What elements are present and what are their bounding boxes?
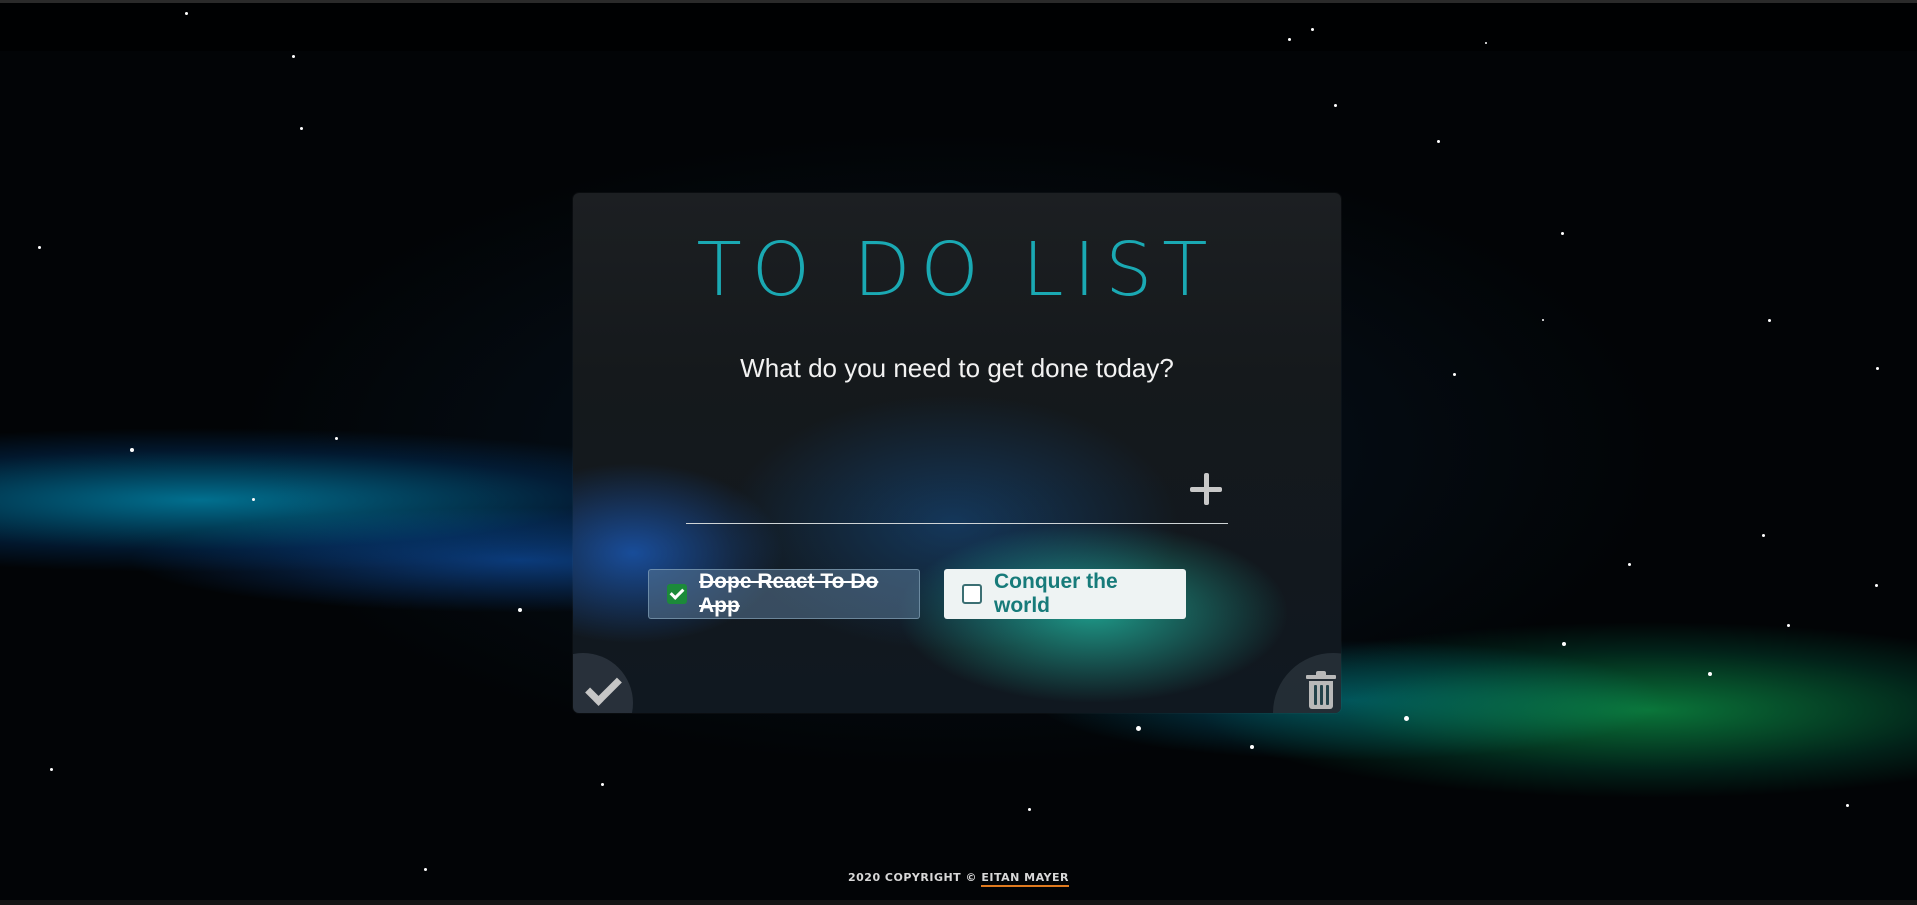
page-subtitle: What do you need to get done today? [740, 353, 1174, 383]
space-background: TO DO LIST What do you need to get done … [0, 0, 1917, 905]
star [1628, 563, 1631, 566]
star [185, 12, 188, 15]
star [1876, 367, 1879, 370]
bottom-edge [0, 900, 1917, 905]
star [1437, 140, 1440, 143]
star [1485, 42, 1487, 44]
trash-body [1309, 681, 1333, 709]
trash-lid [1306, 675, 1336, 679]
star [38, 246, 41, 249]
star [1787, 624, 1790, 627]
footer: 2020 COPYRIGHT © EITAN MAYER [0, 871, 1917, 887]
star [252, 498, 255, 501]
new-todo-field [686, 465, 1228, 524]
star [1250, 745, 1254, 749]
star [300, 127, 303, 130]
author-link[interactable]: EITAN MAYER [981, 871, 1070, 887]
check-icon[interactable] [583, 673, 617, 707]
star [292, 55, 295, 58]
star [1561, 232, 1564, 235]
star [50, 768, 53, 771]
star [1875, 584, 1878, 587]
star [1311, 28, 1314, 31]
trash-line [1326, 685, 1329, 705]
star [1768, 319, 1771, 322]
todo-label: Conquer the world [994, 570, 1118, 617]
checkbox-empty-icon[interactable] [962, 584, 982, 604]
star [601, 783, 604, 786]
top-band [0, 3, 1917, 51]
star [1762, 534, 1765, 537]
star [518, 608, 522, 612]
star [130, 448, 134, 452]
star [1562, 642, 1566, 646]
star [1542, 319, 1544, 321]
copyright-text: 2020 COPYRIGHT © [847, 871, 982, 884]
todo-card: TO DO LIST What do you need to get done … [573, 193, 1341, 713]
star [1708, 672, 1712, 676]
todo-label: Dope React To Do App [699, 570, 879, 617]
new-todo-input[interactable] [686, 473, 1170, 519]
star [1334, 104, 1337, 107]
star [1453, 373, 1456, 376]
star [1846, 804, 1849, 807]
page-title: TO DO LIST [696, 227, 1218, 313]
trash-icon[interactable] [1306, 671, 1336, 709]
plus-icon[interactable] [1188, 471, 1224, 507]
checkbox-checked-icon[interactable] [667, 584, 687, 604]
star [1028, 808, 1031, 811]
star [1288, 38, 1291, 41]
todo-item-open[interactable]: Conquer the world [944, 569, 1186, 619]
star [1404, 716, 1409, 721]
trash-line [1320, 685, 1323, 705]
todo-item-completed[interactable]: Dope React To Do App [648, 569, 920, 619]
star [1136, 726, 1141, 731]
star [335, 437, 338, 440]
trash-line [1314, 685, 1317, 705]
